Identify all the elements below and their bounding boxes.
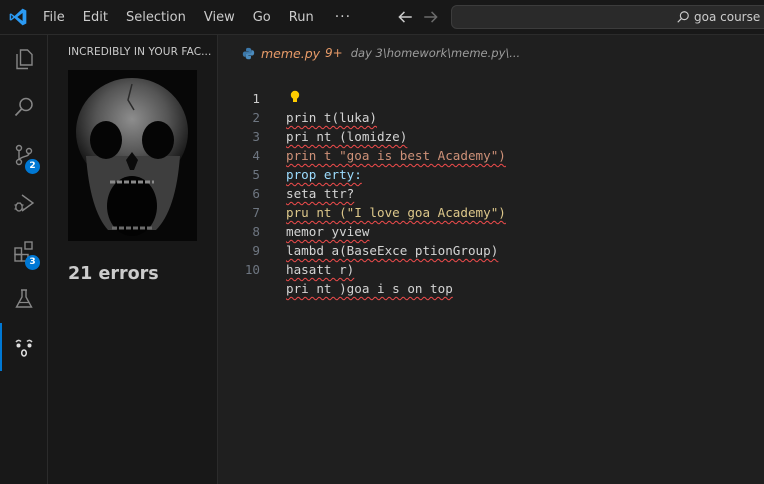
run-debug-button[interactable] <box>0 179 48 227</box>
breadcrumb[interactable]: meme.py 9+ day 3\homework\meme.py\... <box>242 45 520 61</box>
menu-bar: File Edit Selection View Go Run ··· <box>34 0 360 35</box>
menu-view[interactable]: View <box>195 0 244 35</box>
custom-face-button[interactable] <box>0 323 48 371</box>
breadcrumb-path[interactable]: day 3\homework\meme.py\... <box>351 46 520 60</box>
code-line[interactable]: 6 pru nt ("I love goa Academy") <box>218 165 764 220</box>
code-line[interactable]: 9 hasatt r) <box>218 222 764 277</box>
menu-edit[interactable]: Edit <box>74 0 117 35</box>
run-debug-icon <box>14 194 35 212</box>
code-line[interactable]: 3 prin t "goa is best Academy") <box>218 108 764 163</box>
problems-count: 9+ <box>325 46 343 60</box>
code-text[interactable]: pri nt )goa i s on top <box>286 279 453 298</box>
panel-title: INCREDIBLY IN YOUR FAC... <box>68 46 212 58</box>
testing-button[interactable] <box>0 275 48 323</box>
code-line[interactable]: 8 lambd a(BaseExce ptionGroup) <box>218 203 764 258</box>
code-line[interactable]: 10 pri nt )goa i s on top <box>218 241 764 296</box>
code-line[interactable]: 1 prin t(luka) <box>218 70 764 125</box>
surprised-face-icon <box>15 339 33 357</box>
skull-picture <box>68 70 197 241</box>
search-icon <box>14 97 33 117</box>
search-text: goa course <box>694 10 761 24</box>
search-button[interactable] <box>0 83 48 131</box>
menu-selection[interactable]: Selection <box>117 0 195 35</box>
forward-arrow-icon[interactable] <box>422 8 440 26</box>
code-line[interactable]: 7 memor yview <box>218 184 764 239</box>
code-line[interactable]: 5 seta ttr? <box>218 146 764 201</box>
breadcrumb-file[interactable]: meme.py <box>261 46 320 61</box>
command-center-search[interactable]: goa course <box>451 5 764 29</box>
menu-more[interactable]: ··· <box>323 0 360 35</box>
title-bar: File Edit Selection View Go Run ··· goa … <box>0 0 764 35</box>
code-line[interactable]: 4 prop erty: <box>218 127 764 182</box>
error-count: 21 errors <box>68 264 159 284</box>
editor-area: meme.py 9+ day 3\homework\meme.py\... 1 … <box>218 35 764 484</box>
back-arrow-icon[interactable] <box>396 8 414 26</box>
activity-bar: 2 3 <box>0 35 48 484</box>
vscode-logo-icon[interactable] <box>8 7 28 27</box>
testing-flask-icon <box>15 289 33 308</box>
source-control-button[interactable]: 2 <box>0 131 48 179</box>
python-file-icon <box>242 47 255 59</box>
source-control-badge: 2 <box>25 159 40 174</box>
menu-run[interactable]: Run <box>280 0 323 35</box>
search-icon <box>677 11 689 23</box>
extensions-badge: 3 <box>25 255 40 270</box>
menu-file[interactable]: File <box>34 0 74 35</box>
explorer-icon <box>16 49 33 70</box>
line-number: 10 <box>244 262 260 277</box>
skull-image <box>68 70 197 241</box>
code-text[interactable]: hasatt r) <box>286 260 354 279</box>
menu-go[interactable]: Go <box>244 0 280 35</box>
side-panel: INCREDIBLY IN YOUR FAC... 21 errors <box>48 35 218 484</box>
extensions-button[interactable]: 3 <box>0 227 48 275</box>
code-line[interactable]: 2 pri nt (lomidze) <box>218 89 764 144</box>
explorer-button[interactable] <box>0 35 48 83</box>
